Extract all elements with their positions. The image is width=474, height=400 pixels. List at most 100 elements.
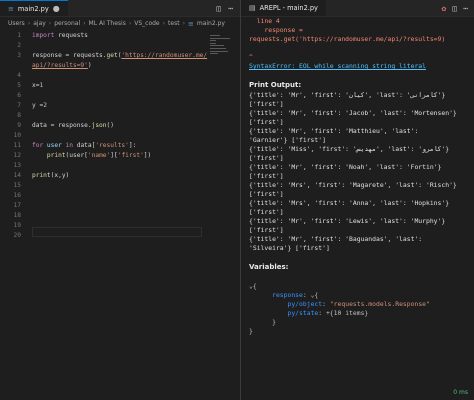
print-line: 'Garnier'} ['first'] — [249, 136, 326, 144]
print-line: ['first'] — [249, 154, 284, 162]
var-collapsed-toggle[interactable]: : +{10 items} — [318, 309, 368, 317]
print-output-heading: Print Output: — [249, 81, 302, 89]
code-line[interactable]: print(x,y) — [32, 171, 202, 181]
code-text: (x,y) — [50, 172, 70, 179]
line-number: 11 — [13, 142, 21, 149]
line-number: 1 — [17, 32, 21, 39]
error-line: response = — [249, 26, 303, 34]
number-literal: 2 — [43, 102, 47, 109]
more-actions-icon[interactable]: ⋯ — [228, 4, 233, 13]
code-line[interactable]: print(user['name']['first']) — [32, 151, 202, 161]
breadcrumb-item[interactable]: test — [168, 20, 180, 27]
code-text: y = — [32, 102, 44, 109]
code-text: () — [106, 122, 114, 129]
code-line[interactable]: y =2 — [32, 101, 202, 111]
error-line: requests.get('https://randomuser.me/api/… — [249, 35, 446, 43]
code-line[interactable] — [32, 111, 202, 121]
unsaved-dot-icon[interactable]: ● — [53, 4, 60, 13]
line-number: 18 — [13, 212, 21, 219]
keyword: in — [65, 142, 73, 149]
tab-label: AREPL - main2.py — [259, 4, 318, 12]
line-number: 10 — [13, 132, 21, 139]
code-text: response = requests. — [32, 52, 107, 59]
preview-icon: ▤ — [249, 4, 256, 12]
code-text: ) — [87, 62, 92, 69]
code-line[interactable] — [32, 91, 202, 101]
breadcrumb-item[interactable]: main2.py — [197, 20, 225, 27]
code-text: (user[ — [65, 152, 88, 159]
code-line[interactable]: import requests — [32, 31, 202, 41]
var-toggle[interactable]: : ⌄{ — [303, 291, 318, 299]
code-text: ]: — [128, 142, 137, 149]
code-line[interactable] — [32, 161, 202, 171]
code-lines[interactable]: import requests response = requests.get(… — [32, 31, 207, 181]
var-response-row[interactable]: response: ⌄{ — [249, 291, 471, 300]
print-line: {'title': 'Mr', 'first': 'Noah', 'last':… — [249, 163, 442, 171]
code-editor[interactable]: 1 2 3 4 5 6 7 8 9 10 11 12 13 14 15 16 1… — [0, 31, 240, 400]
bug-icon[interactable]: ✿ — [442, 4, 447, 13]
syntax-error-link[interactable]: SyntaxError: EOL while scanning string l… — [249, 62, 471, 71]
print-line: ['first'] — [249, 190, 284, 198]
keyword: for — [32, 142, 44, 149]
code-line-wrapped[interactable]: api/?results=9') — [32, 61, 202, 71]
minimap[interactable] — [210, 35, 234, 69]
line-number: 14 — [13, 172, 21, 179]
var-pyobject-row: py/object: "requests.models.Response" — [287, 300, 430, 308]
arepl-output: line 4 response = requests.get('https://… — [249, 17, 471, 336]
code-line[interactable] — [32, 71, 202, 81]
string-literal: 'name' — [87, 152, 111, 159]
line-number: 7 — [17, 102, 21, 109]
code-text: requests — [54, 32, 88, 39]
var-pystate-row[interactable]: py/state: +{10 items} — [249, 309, 471, 318]
code-line[interactable]: data = response.json() — [32, 121, 202, 131]
var-close-outer: } — [249, 327, 253, 335]
error-line: line 4 — [249, 17, 280, 25]
line-number: 6 — [17, 92, 21, 99]
print-line: {'title': 'Mr', 'first': 'Matthieu', 'la… — [249, 127, 419, 135]
split-editor-icon[interactable]: ◫ — [216, 4, 221, 13]
breadcrumb-item[interactable]: Users — [8, 20, 25, 27]
print-line: ['first'] — [249, 208, 284, 216]
error-line — [249, 44, 471, 53]
more-actions-icon[interactable]: ⋯ — [463, 4, 468, 13]
line-number: 5 — [17, 82, 21, 89]
keyword: import — [32, 32, 55, 39]
code-line[interactable]: x=1 — [32, 81, 202, 91]
line-number: 8 — [17, 112, 21, 119]
current-line-highlight — [32, 227, 202, 237]
code-line[interactable] — [32, 131, 202, 141]
print-line: {'title': 'Mr', 'first': 'Baguandas', 'l… — [249, 235, 423, 243]
breadcrumb-item[interactable]: ML AI Thesis — [89, 20, 126, 27]
variable: user — [43, 142, 66, 149]
code-line[interactable] — [32, 41, 202, 51]
code-text: data = response. — [32, 122, 92, 129]
breadcrumb-item[interactable]: ajay — [33, 20, 46, 27]
code-line[interactable]: for user in data['results']: — [32, 141, 202, 151]
line-number: 2 — [17, 42, 21, 49]
vars-root-toggle[interactable]: ⌄{ — [249, 282, 471, 291]
code-line[interactable]: response = requests.get('https://randomu… — [32, 51, 207, 61]
code-text: ]) — [143, 152, 152, 159]
line-number: 9 — [17, 122, 21, 129]
line-number: 19 — [13, 222, 21, 229]
tab-arepl-main2[interactable]: ▤ AREPL - main2.py — [241, 0, 326, 16]
tab-main2-py[interactable]: ≡ main2.py ● — [0, 0, 68, 16]
print-line: {'title': 'Mrs', 'first': 'Magarete', 'l… — [249, 181, 457, 189]
print-line: 'Silveira'} ['first'] — [249, 244, 330, 252]
url-string[interactable]: api/?results=9' — [32, 62, 88, 69]
breadcrumb-item[interactable]: personal — [54, 20, 80, 27]
print-line: {'title': 'Mrs', 'first': 'Anna', 'last'… — [249, 199, 450, 207]
print-line: ['first'] — [249, 118, 284, 126]
code-text: data[ — [73, 142, 96, 149]
var-close-inner: } — [272, 318, 276, 326]
editor-pane: ≡ main2.py ● ◫ ⋯ Users › ajay › personal › … — [0, 0, 240, 400]
split-editor-icon[interactable]: ◫ — [452, 4, 457, 13]
code-text: ][ — [110, 152, 118, 159]
breadcrumb-item[interactable]: VS_code — [134, 20, 159, 27]
line-number: 13 — [13, 162, 21, 169]
url-string[interactable]: 'https://randomuser.me/ — [121, 52, 207, 59]
function-name: get — [106, 52, 118, 59]
line-number: 20 — [13, 232, 21, 239]
error-caret: ^ — [249, 53, 253, 61]
